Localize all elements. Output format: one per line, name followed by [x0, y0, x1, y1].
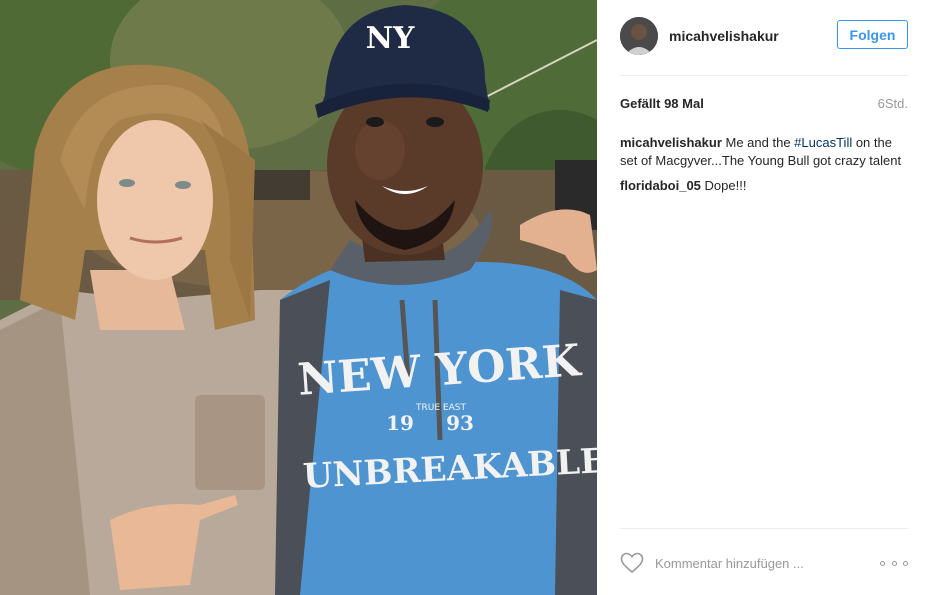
follow-button[interactable]: Folgen — [837, 20, 908, 49]
add-comment-row — [620, 550, 908, 576]
comment-input[interactable] — [655, 555, 880, 571]
instagram-post: NEW YORK TRUE EAST 19 93 UNBREAKABLE NY — [0, 0, 931, 595]
post-time[interactable]: 6Std. — [878, 96, 908, 111]
likes-count[interactable]: Gefällt 98 Mal — [620, 96, 704, 111]
likes-row: Gefällt 98 Mal 6Std. — [620, 96, 908, 114]
avatar[interactable] — [620, 17, 658, 55]
footer-divider — [620, 528, 908, 529]
comment-username[interactable]: floridaboi_05 — [620, 178, 701, 193]
dot — [880, 560, 885, 566]
shirt-print-year-a: 19 — [386, 411, 414, 435]
dot — [891, 560, 897, 566]
heart-icon[interactable] — [620, 552, 644, 574]
avatar-image — [620, 17, 658, 55]
comment-username[interactable]: micahvelishakur — [620, 135, 722, 150]
post-photo[interactable]: NEW YORK TRUE EAST 19 93 UNBREAKABLE NY — [0, 0, 597, 595]
cap-logo: NY — [366, 21, 415, 56]
comment-item: micahvelishakur Me and the #LucasTill on… — [620, 134, 908, 170]
username-link[interactable]: micahvelishakur — [669, 28, 779, 44]
dot — [903, 560, 908, 566]
more-options-icon[interactable] — [880, 558, 908, 568]
comment-text: Dope!!! — [700, 178, 747, 193]
shirt-print-year-b: 93 — [446, 411, 474, 435]
comment-text: Me and the — [721, 135, 795, 150]
comment-item: floridaboi_05 Dope!!! — [620, 177, 908, 195]
photo-illustration: NEW YORK TRUE EAST 19 93 UNBREAKABLE NY — [0, 0, 597, 595]
post-side-panel: micahvelishakur Folgen Gefällt 98 Mal 6S… — [597, 0, 931, 595]
comment-list: micahvelishakur Me and the #LucasTill on… — [620, 134, 908, 202]
hashtag-link[interactable]: #LucasTill — [794, 135, 852, 150]
post-header: micahvelishakur Folgen — [620, 16, 908, 56]
header-divider — [620, 75, 908, 76]
